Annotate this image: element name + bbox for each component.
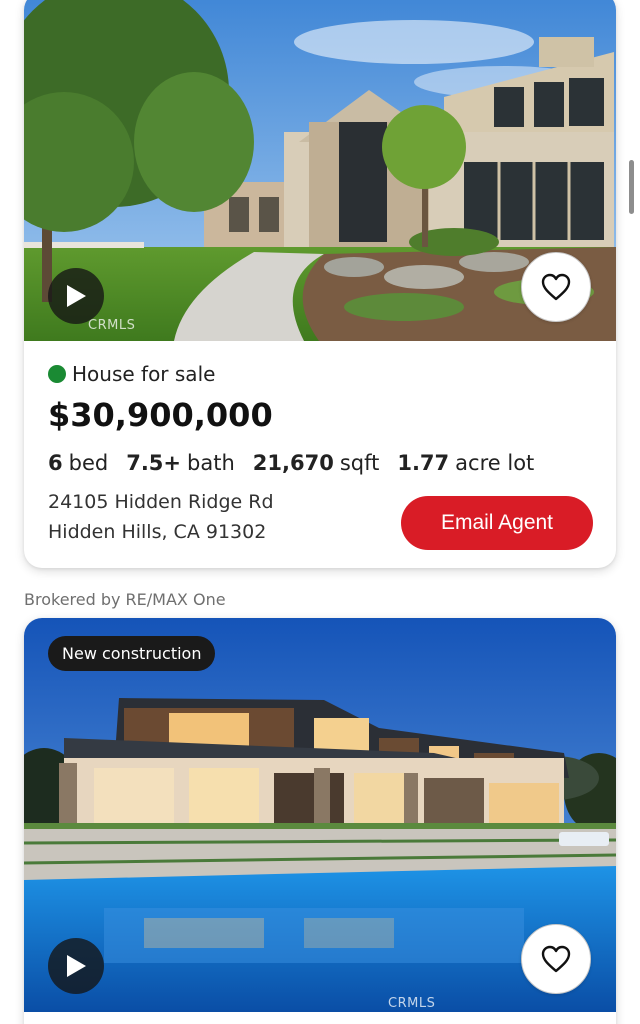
address-street: 24105 Hidden Ridge Rd [48,491,274,513]
photo-watermark: CRMLS [88,318,136,333]
listing-price: $30,900,000 [48,396,273,434]
status-text: House for sale [72,362,216,386]
listing-status: House for sale [48,362,215,386]
email-agent-button[interactable]: Email Agent [401,496,593,550]
play-icon [65,284,87,308]
spec-lot: 1.77 acre lot [397,451,535,475]
new-construction-badge: New construction [48,636,216,671]
save-favorite-button[interactable] [521,252,591,322]
spec-beds: 6 bed [48,451,109,475]
listing-card[interactable]: New construction CRMLS [24,618,616,1024]
save-favorite-button[interactable] [521,924,591,994]
listing-card[interactable]: CRMLS House for sale $30,900,000 6 bed 7.… [24,0,616,568]
video-play-button[interactable] [48,268,104,324]
listing-photo[interactable]: New construction CRMLS [24,618,616,1012]
address-city: Hidden Hills, CA 91302 [48,521,267,543]
status-dot-icon [48,365,66,383]
play-icon [65,954,87,978]
spec-baths: 7.5+ bath [126,451,235,475]
heart-icon [541,273,571,301]
spec-sqft: 21,670 sqft [252,451,380,475]
scrollbar-thumb[interactable] [629,160,634,214]
photo-watermark: CRMLS [388,996,436,1011]
broker-attribution: Brokered by RE/MAX One [24,590,226,609]
listing-photo[interactable]: CRMLS [24,0,616,341]
listing-specs: 6 bed 7.5+ bath 21,670 sqft 1.77 acre lot [48,451,552,475]
heart-icon [541,945,571,973]
listing-address[interactable]: 24105 Hidden Ridge Rd Hidden Hills, CA 9… [48,487,274,547]
video-play-button[interactable] [48,938,104,994]
